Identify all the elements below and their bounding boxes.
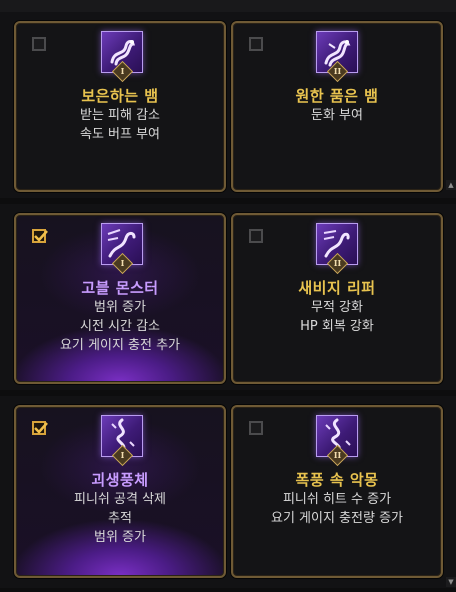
tripod-title: 새비지 리퍼 (298, 279, 376, 297)
tripod-desc-line: 요기 게이지 충전 추가 (59, 338, 181, 353)
tripod-desc-line: 시전 시간 감소 (79, 319, 161, 334)
tripod-checkbox-5[interactable] (32, 421, 48, 435)
tripod-checkbox-6[interactable] (249, 421, 263, 435)
tripod-desc-line: 범위 증가 (94, 530, 146, 545)
tripod-description: 둔화 부여 (233, 106, 441, 125)
scroll-up-icon[interactable]: ▲ (446, 180, 456, 190)
serpent-skill-icon: I (101, 31, 143, 83)
tripod-desc-line: 무적 강화 (311, 300, 363, 315)
tripod-card-6[interactable]: II 폭풍 속 악몽 피니쉬 히트 수 증가 요기 게이지 충전량 증가 (231, 405, 443, 578)
tripod-desc-line: 범위 증가 (94, 300, 146, 315)
tripod-desc-line: 요기 게이지 충전량 증가 (271, 511, 403, 526)
tripod-checkbox-2[interactable] (249, 37, 263, 51)
tripod-desc-line: 피니쉬 공격 삭제 (74, 492, 166, 507)
tripod-checkbox-1[interactable] (32, 37, 46, 51)
tripod-description: 범위 증가 시전 시간 감소 요기 게이지 충전 추가 (16, 298, 224, 355)
serpent-skill-icon: II (316, 415, 358, 467)
tripod-desc-line: HP 회복 강화 (300, 319, 374, 334)
tripod-description: 무적 강화 HP 회복 강화 (233, 298, 441, 336)
tripod-title: 보은하는 뱀 (81, 87, 159, 105)
tripod-checkbox-4[interactable] (249, 229, 263, 243)
tripod-desc-line: 피니쉬 히트 수 증가 (282, 492, 392, 507)
tripod-desc-line: 둔화 부여 (311, 108, 363, 123)
tripod-desc-line: 받는 피해 감소 (79, 108, 161, 123)
tripod-description: 피니쉬 공격 삭제 추적 범위 증가 (16, 490, 224, 547)
tripod-title: 고블 몬스터 (81, 279, 159, 297)
tripod-card-2[interactable]: II 원한 품은 뱀 둔화 부여 (231, 21, 443, 192)
tripod-description: 피니쉬 히트 수 증가 요기 게이지 충전량 증가 (233, 490, 441, 528)
tripod-description: 받는 피해 감소 속도 버프 부여 (16, 106, 224, 144)
tripod-title: 원한 품은 뱀 (295, 87, 379, 105)
tripod-title: 괴생풍체 (91, 471, 149, 489)
check-icon (34, 230, 48, 242)
skill-tripod-panel: I 보은하는 뱀 받는 피해 감소 속도 버프 부여 II 원한 품은 뱀 둔화… (0, 0, 456, 592)
tripod-card-1[interactable]: I 보은하는 뱀 받는 피해 감소 속도 버프 부여 (14, 21, 226, 192)
check-icon (34, 422, 48, 434)
scroll-down-icon[interactable]: ▼ (446, 577, 456, 587)
serpent-skill-icon: I (101, 415, 143, 467)
tripod-card-5[interactable]: I 괴생풍체 피니쉬 공격 삭제 추적 범위 증가 (14, 405, 226, 578)
tripod-title: 폭풍 속 악몽 (295, 471, 379, 489)
tripod-desc-line: 속도 버프 부여 (79, 127, 161, 142)
tripod-card-4[interactable]: II 새비지 리퍼 무적 강화 HP 회복 강화 (231, 213, 443, 384)
serpent-skill-icon: I (101, 223, 143, 275)
serpent-skill-icon: II (316, 223, 358, 275)
tripod-checkbox-3[interactable] (32, 229, 48, 243)
serpent-skill-icon: II (316, 31, 358, 83)
tripod-desc-line: 추적 (108, 511, 132, 526)
tripod-card-3[interactable]: I 고블 몬스터 범위 증가 시전 시간 감소 요기 게이지 충전 추가 (14, 213, 226, 384)
